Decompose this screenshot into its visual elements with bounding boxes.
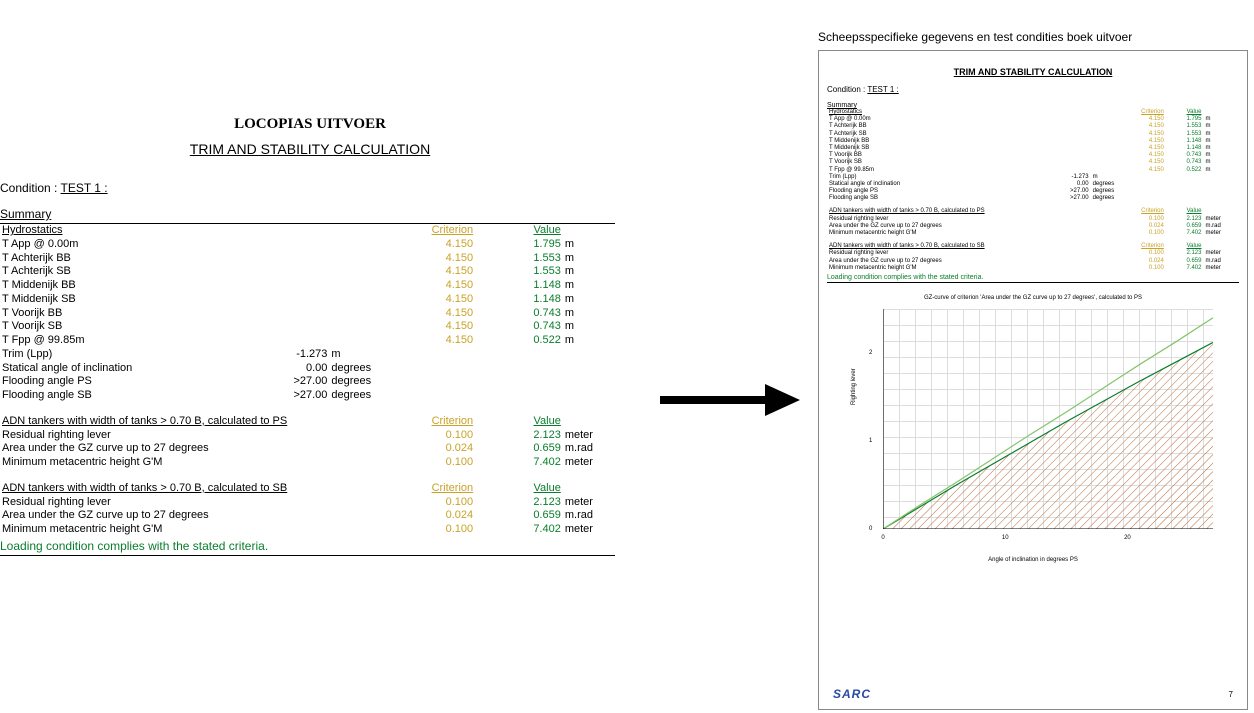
criterion-header: Criterion	[1128, 243, 1166, 250]
criterion-header: Criterion	[387, 415, 475, 429]
value-header: Value	[1166, 243, 1204, 250]
table-row: T App @ 0.00m 4.1501.795m	[0, 238, 615, 252]
sarc-logo: SARC	[833, 687, 871, 701]
table-row: Residual righting lever 0.1002.123meter	[0, 496, 615, 510]
right-condition-line: Condition : TEST 1 :	[827, 85, 1239, 94]
table-row: T Fpp @ 99.85m 4.1500.522m	[827, 167, 1239, 174]
chart-ytick: 1	[869, 438, 872, 444]
table-row: Minimum metacentric height G'M 0.1007.40…	[827, 230, 1239, 237]
table-row: Flooding angle SB>27.00degrees	[0, 389, 615, 403]
table-row: Minimum metacentric height G'M 0.1007.40…	[827, 265, 1239, 272]
table-row: T Voorijk BB 4.1500.743m	[0, 307, 615, 321]
right-compliance-text: Loading condition complies with the stat…	[827, 274, 1239, 283]
value-header: Value	[475, 415, 563, 429]
table-row: Statical angle of inclination0.00degrees	[0, 362, 615, 376]
right-caption: Scheepsspecifieke gegevens en test condi…	[818, 30, 1132, 44]
hydrostatics-header: Hydrostatics	[827, 109, 1053, 116]
adn-ps-header: ADN tankers with width of tanks > 0.70 B…	[827, 208, 1128, 215]
table-row: T Voorijk BB 4.1500.743m	[827, 152, 1239, 159]
table-row: Area under the GZ curve up to 27 degrees…	[827, 223, 1239, 230]
criterion-header: Criterion	[1128, 109, 1166, 116]
adn-sb-table: ADN tankers with width of tanks > 0.70 B…	[0, 482, 615, 537]
criterion-header: Criterion	[1128, 208, 1166, 215]
table-row: T Achterijk BB 4.1501.553m	[0, 252, 615, 266]
gz-chart: GZ-curve of criterion 'Area under the GZ…	[843, 295, 1223, 565]
chart-xtick: 20	[1124, 535, 1131, 541]
chart-xlabel: Angle of inclination in degrees PS	[843, 557, 1223, 563]
table-row: T Achterijk BB 4.1501.553m	[827, 123, 1239, 130]
hydrostatics-table: Hydrostatics Criterion Value T App @ 0.0…	[0, 224, 615, 403]
table-row: Residual righting lever 0.1002.123meter	[827, 216, 1239, 223]
summary-heading: Summary	[827, 102, 1239, 109]
table-row: Residual righting lever 0.1002.123meter	[0, 429, 615, 443]
table-row: Statical angle of inclination0.00degrees	[827, 181, 1239, 188]
hydrostatics-header: Hydrostatics	[0, 224, 265, 238]
value-header: Value	[1166, 208, 1204, 215]
table-row: Area under the GZ curve up to 27 degrees…	[827, 258, 1239, 265]
table-row: T Middenijk SB 4.1501.148m	[0, 293, 615, 307]
table-row: Trim (Lpp)-1.273m	[0, 348, 615, 362]
table-row: T Voorijk SB 4.1500.743m	[827, 159, 1239, 166]
table-row: Minimum metacentric height G'M 0.1007.40…	[0, 456, 615, 470]
table-row: T Middenijk BB 4.1501.148m	[827, 138, 1239, 145]
table-row: Residual righting lever 0.1002.123meter	[827, 250, 1239, 257]
adn-ps-table: ADN tankers with width of tanks > 0.70 B…	[0, 415, 615, 470]
table-row: T Achterijk SB 4.1501.553m	[827, 131, 1239, 138]
table-row: T Achterijk SB 4.1501.553m	[0, 265, 615, 279]
adn-sb-header: ADN tankers with width of tanks > 0.70 B…	[0, 482, 387, 496]
condition-line: Condition : TEST 1 :	[0, 181, 620, 195]
condition-value: TEST 1 :	[867, 85, 898, 94]
adn-ps-header: ADN tankers with width of tanks > 0.70 B…	[0, 415, 387, 429]
condition-label: Condition :	[0, 181, 61, 195]
right-hydrostatics-table: Hydrostatics Criterion Value T App @ 0.0…	[827, 109, 1239, 202]
table-row: T App @ 0.00m 4.1501.795m	[827, 116, 1239, 123]
table-row: Flooding angle PS>27.00degrees	[0, 375, 615, 389]
criterion-header: Criterion	[387, 224, 475, 238]
table-row: T Fpp @ 99.85m 4.1500.522m	[0, 334, 615, 348]
value-header: Value	[475, 224, 563, 238]
table-row: T Middenijk BB 4.1501.148m	[0, 279, 615, 293]
table-row: T Middenijk SB 4.1501.148m	[827, 145, 1239, 152]
compliance-text: Loading condition complies with the stat…	[0, 539, 615, 556]
left-document: LOCOPIAS UITVOER TRIM AND STABILITY CALC…	[0, 100, 620, 556]
right-title: TRIM AND STABILITY CALCULATION	[827, 67, 1239, 77]
right-adn-sb-table: ADN tankers with width of tanks > 0.70 B…	[827, 243, 1239, 272]
table-row: Area under the GZ curve up to 27 degrees…	[0, 442, 615, 456]
summary-heading: Summary	[0, 207, 615, 224]
condition-label: Condition :	[827, 85, 867, 94]
table-row: T Voorijk SB 4.1500.743m	[0, 320, 615, 334]
value-header: Value	[475, 482, 563, 496]
adn-sb-header: ADN tankers with width of tanks > 0.70 B…	[827, 243, 1128, 250]
arrow-icon	[660, 380, 800, 420]
condition-value: TEST 1 :	[61, 181, 108, 195]
table-row: Minimum metacentric height G'M 0.1007.40…	[0, 523, 615, 537]
chart-ylabel: Righting lever	[851, 368, 857, 405]
page-number: 7	[1229, 690, 1233, 699]
chart-xtick: 10	[1002, 535, 1009, 541]
value-header: Value	[1166, 109, 1204, 116]
right-document-page: TRIM AND STABILITY CALCULATION Condition…	[818, 50, 1248, 710]
chart-title: GZ-curve of criterion 'Area under the GZ…	[843, 295, 1223, 301]
criterion-header: Criterion	[387, 482, 475, 496]
chart-ytick: 2	[869, 350, 872, 356]
right-adn-ps-table: ADN tankers with width of tanks > 0.70 B…	[827, 208, 1239, 237]
chart-xtick: 0	[881, 535, 884, 541]
table-row: Flooding angle PS>27.00degrees	[827, 188, 1239, 195]
chart-ytick: 0	[869, 526, 872, 532]
main-title: LOCOPIAS UITVOER	[0, 116, 620, 133]
sub-title: TRIM AND STABILITY CALCULATION	[0, 141, 620, 157]
table-row: Flooding angle SB>27.00degrees	[827, 195, 1239, 202]
table-row: Area under the GZ curve up to 27 degrees…	[0, 509, 615, 523]
table-row: Trim (Lpp)-1.273m	[827, 174, 1239, 181]
